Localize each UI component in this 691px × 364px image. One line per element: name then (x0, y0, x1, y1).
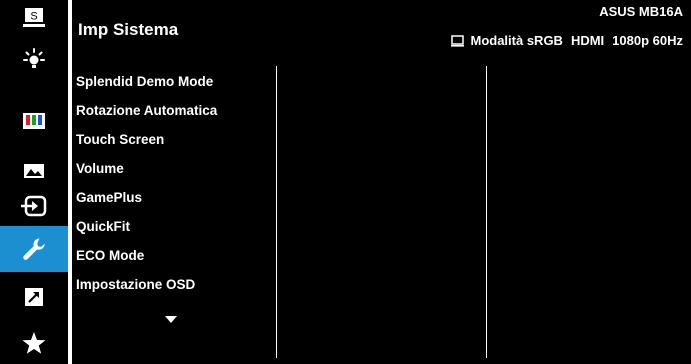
blue-light-filter-icon (23, 47, 45, 68)
sidebar: S (0, 0, 68, 364)
sidebar-item-system-setup[interactable] (0, 226, 68, 272)
header: Imp Sistema ASUS MB16A Modalità sRGB HDM… (72, 0, 691, 56)
menu-item-osd-setup[interactable]: Impostazione OSD (76, 270, 217, 299)
input-status: HDMI (570, 33, 605, 48)
menu-item-gameplus[interactable]: GamePlus (76, 183, 217, 212)
menu-item-volume[interactable]: Volume (76, 154, 217, 183)
menu-item-auto-rotation[interactable]: Rotazione Automatica (76, 96, 217, 125)
input-selection-icon (21, 195, 47, 216)
menu-list: Splendid Demo Mode Rotazione Automatica … (76, 67, 217, 299)
image-icon (24, 163, 44, 178)
menu-item-eco-mode[interactable]: ECO Mode (76, 241, 217, 270)
sidebar-item-favorite[interactable] (0, 326, 68, 359)
status-bar: Modalità sRGB HDMI 1080p 60Hz (451, 33, 683, 48)
sidebar-item-splendid[interactable]: S (0, 0, 68, 33)
osd-window: S Imp Sistema ASUS MB16A Modalità sRGB H… (0, 0, 691, 364)
sidebar-item-image[interactable] (0, 154, 68, 187)
column-divider (276, 66, 277, 358)
color-mode-status: Modalità sRGB (470, 33, 563, 48)
scroll-down-icon[interactable] (165, 316, 177, 323)
color-icon (23, 112, 45, 129)
sidebar-item-input-selection[interactable] (0, 189, 68, 222)
menu-item-splendid-demo-mode[interactable]: Splendid Demo Mode (76, 67, 217, 96)
main-panel: Splendid Demo Mode Rotazione Automatica … (72, 56, 691, 364)
sidebar-item-blue-light-filter[interactable] (0, 44, 68, 77)
menu-item-touch-screen[interactable]: Touch Screen (76, 125, 217, 154)
shortcut-icon (25, 287, 43, 306)
monitor-model: ASUS MB16A (599, 4, 683, 19)
monitor-icon (451, 34, 465, 47)
splendid-icon: S (23, 7, 45, 27)
page-title: Imp Sistema (78, 20, 179, 39)
wrench-icon (23, 238, 45, 260)
column-divider (486, 66, 487, 358)
sidebar-item-shortcut[interactable] (0, 280, 68, 313)
resolution-status: 1080p 60Hz (612, 33, 683, 48)
star-icon (22, 331, 46, 354)
splendid-icon-label: S (30, 10, 37, 22)
sidebar-item-color[interactable] (0, 104, 68, 137)
menu-item-quickfit[interactable]: QuickFit (76, 212, 217, 241)
